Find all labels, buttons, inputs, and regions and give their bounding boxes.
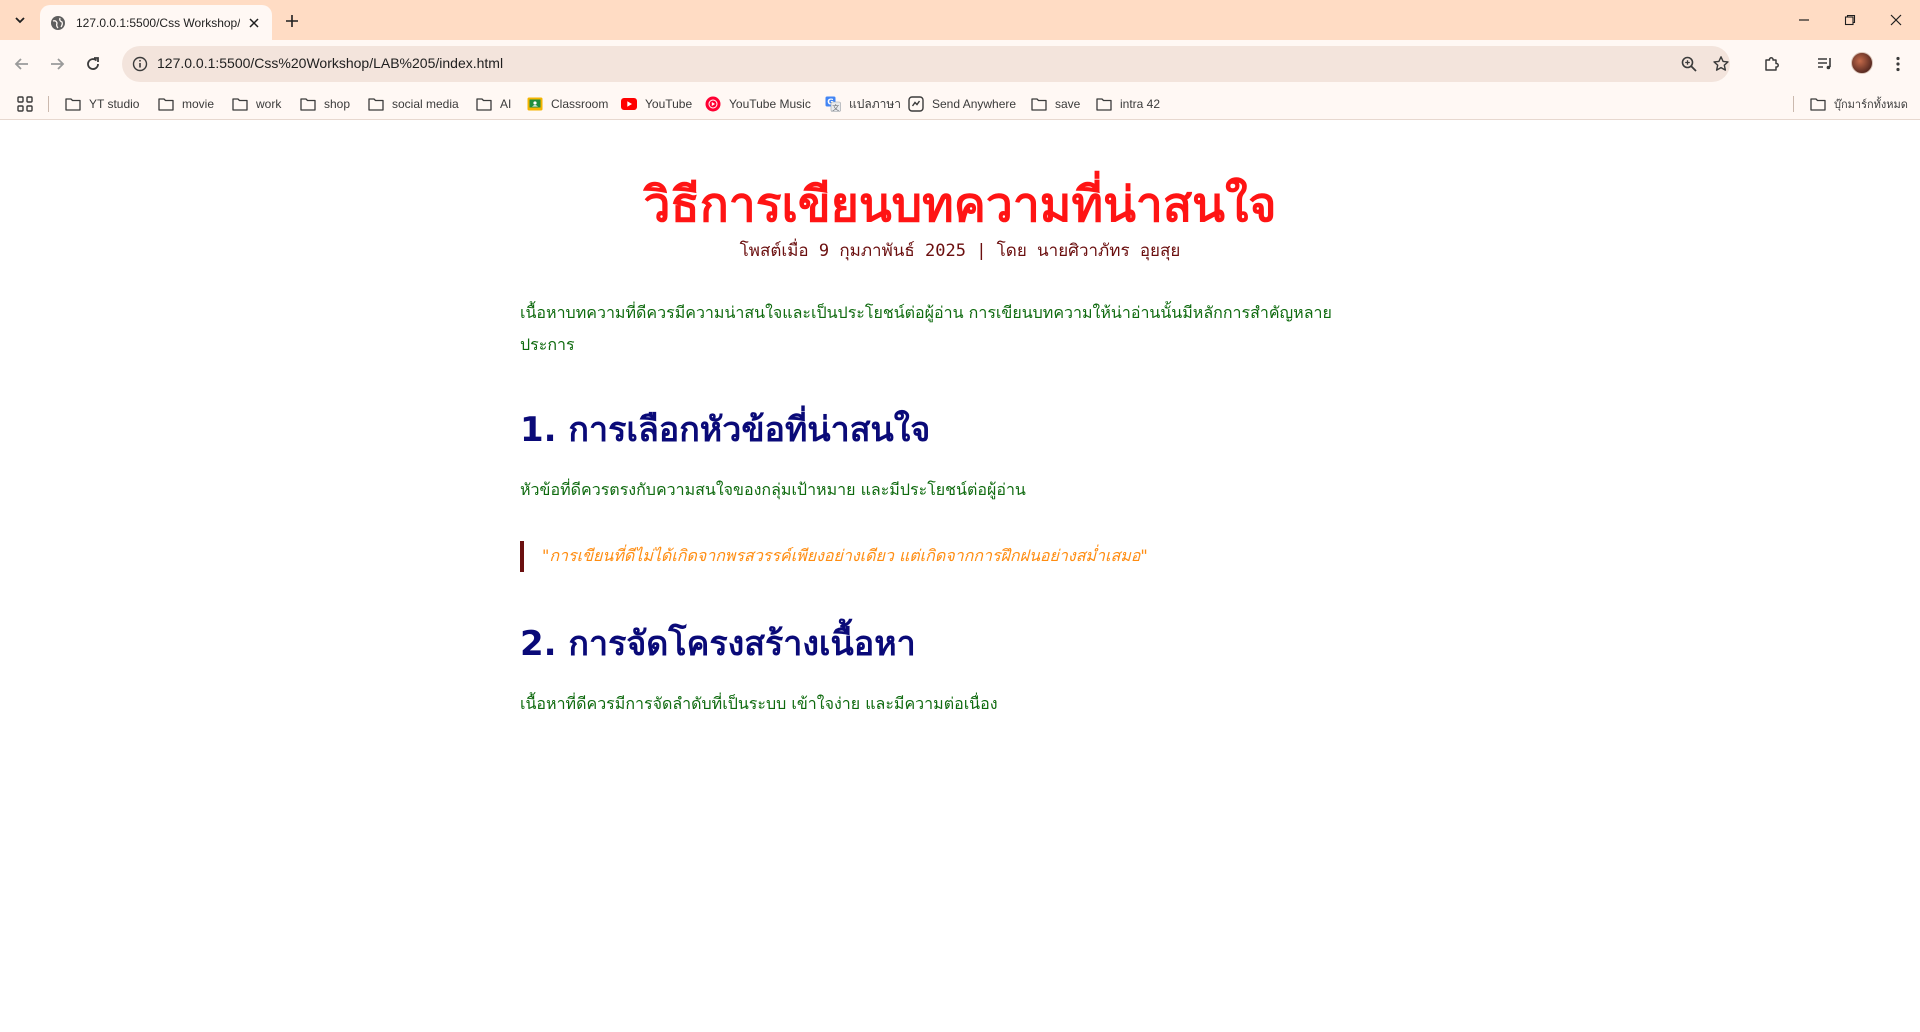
bookmark-send-anywhere[interactable]: Send Anywhere: [908, 92, 1016, 116]
tab-title: 127.0.0.1:5500/Css Workshop/L: [76, 15, 241, 30]
bookmark-label: intra 42: [1120, 97, 1161, 111]
bookmark-label: AI: [500, 97, 512, 111]
translate-icon: G文: [825, 96, 841, 112]
section-1-quote: "การเขียนที่ดีไม่ได้เกิดจากพรสวรรค์เพียง…: [520, 541, 1148, 572]
bookmark-star-icon[interactable]: [1712, 55, 1730, 73]
bookmark-label: work: [256, 97, 282, 111]
section-2-body: เนื้อหาที่ดีควรมีการจัดลำดับที่เป็นระบบ …: [520, 694, 998, 713]
more-menu-icon[interactable]: [1886, 52, 1910, 76]
active-tab[interactable]: 127.0.0.1:5500/Css Workshop/L: [40, 5, 272, 40]
tab-search-chevron-icon[interactable]: [6, 8, 34, 32]
svg-text:文: 文: [832, 103, 839, 112]
bookmark-label: save: [1055, 97, 1081, 111]
media-controls-icon[interactable]: [1813, 52, 1837, 76]
new-tab-plus-icon[interactable]: [280, 9, 304, 33]
bookmark-label: YouTube: [645, 97, 693, 111]
page-viewport: วิธีการเขียนบทความที่น่าสนใจ โพสต์เมื่อ …: [0, 121, 1920, 1032]
article-meta: โพสต์เมื่อ 9 กุมภาพันธ์ 2025 | โดย นายศิ…: [739, 241, 1181, 261]
folder-icon: [476, 96, 492, 112]
bookmark-movie[interactable]: movie: [158, 92, 214, 116]
reload-icon[interactable]: [79, 50, 107, 78]
folder-icon: [300, 96, 316, 112]
youtube-icon: [621, 96, 637, 112]
site-info-icon[interactable]: [132, 56, 148, 72]
bookmark-label: social media: [392, 97, 459, 111]
bookmark-label: movie: [182, 97, 215, 111]
bookmarks-bar: YT studio movie work shop social media A…: [0, 88, 1920, 120]
folder-icon: [232, 96, 248, 112]
bookmark-translate[interactable]: G文 แปลภาษา: [825, 92, 901, 116]
forward-arrow-icon[interactable]: [43, 50, 71, 78]
url-text[interactable]: 127.0.0.1:5500/Css%20Workshop/LAB%205/in…: [157, 55, 503, 71]
bookmark-classroom[interactable]: Classroom: [527, 92, 608, 116]
back-arrow-icon[interactable]: [8, 50, 36, 78]
bookmark-youtube[interactable]: YouTube: [621, 92, 692, 116]
bookmark-label: shop: [324, 97, 351, 111]
minimize-icon[interactable]: [1781, 0, 1827, 40]
restore-icon[interactable]: [1827, 0, 1873, 40]
bookmark-label: แปลภาษา: [849, 96, 902, 111]
folder-icon: [368, 96, 384, 112]
folder-icon: [1810, 96, 1826, 112]
classroom-icon: [527, 96, 543, 112]
send-anywhere-icon: [908, 96, 924, 112]
section-2-heading: 2. การจัดโครงสร้างเนื้อหา: [520, 624, 916, 664]
all-bookmarks-label: บุ๊กมาร์กทั้งหมด: [1834, 99, 1908, 111]
extensions-puzzle-icon[interactable]: [1760, 52, 1784, 76]
folder-icon: [158, 96, 174, 112]
tab-strip: 127.0.0.1:5500/Css Workshop/L: [0, 0, 1920, 40]
youtube-music-icon: [705, 96, 721, 112]
section-1-body: หัวข้อที่ดีควรตรงกับความสนใจของกลุ่มเป้า…: [520, 480, 1026, 499]
folder-icon: [1096, 96, 1112, 112]
bookmark-work[interactable]: work: [232, 92, 281, 116]
article-title: วิธีการเขียนบทความที่น่าสนใจ: [643, 177, 1277, 233]
bookmark-ai[interactable]: AI: [476, 92, 511, 116]
bookmark-yt-studio[interactable]: YT studio: [65, 92, 139, 116]
bookmark-label: YT studio: [89, 97, 140, 111]
close-window-icon[interactable]: [1873, 0, 1919, 40]
address-bar[interactable]: 127.0.0.1:5500/Css%20Workshop/LAB%205/in…: [122, 46, 1730, 82]
bookmark-save[interactable]: save: [1031, 92, 1080, 116]
globe-icon: [50, 15, 66, 31]
apps-grid-icon[interactable]: [17, 96, 33, 112]
bookmark-intra-42[interactable]: intra 42: [1096, 92, 1160, 116]
article-intro: เนื้อหาบทความที่ดีควรมีความน่าสนใจและเป็…: [520, 303, 1332, 354]
bookmark-label: YouTube Music: [729, 97, 811, 111]
zoom-icon[interactable]: [1680, 55, 1698, 73]
bookmarks-separator: [48, 96, 49, 112]
folder-icon: [1031, 96, 1047, 112]
browser-toolbar: 127.0.0.1:5500/Css%20Workshop/LAB%205/in…: [0, 40, 1920, 88]
bookmark-label: Classroom: [551, 97, 609, 111]
folder-icon: [65, 96, 81, 112]
bookmark-shop[interactable]: shop: [300, 92, 350, 116]
profile-avatar[interactable]: [1851, 52, 1873, 74]
bookmarks-separator: [1793, 96, 1794, 112]
bookmark-label: Send Anywhere: [932, 97, 1017, 111]
all-bookmarks[interactable]: บุ๊กมาร์กทั้งหมด: [1810, 92, 1908, 116]
tab-close-icon[interactable]: [246, 15, 262, 31]
bookmark-youtube-music[interactable]: YouTube Music: [705, 92, 811, 116]
bookmark-social-media[interactable]: social media: [368, 92, 459, 116]
section-1-heading: 1. การเลือกหัวข้อที่น่าสนใจ: [520, 410, 931, 450]
